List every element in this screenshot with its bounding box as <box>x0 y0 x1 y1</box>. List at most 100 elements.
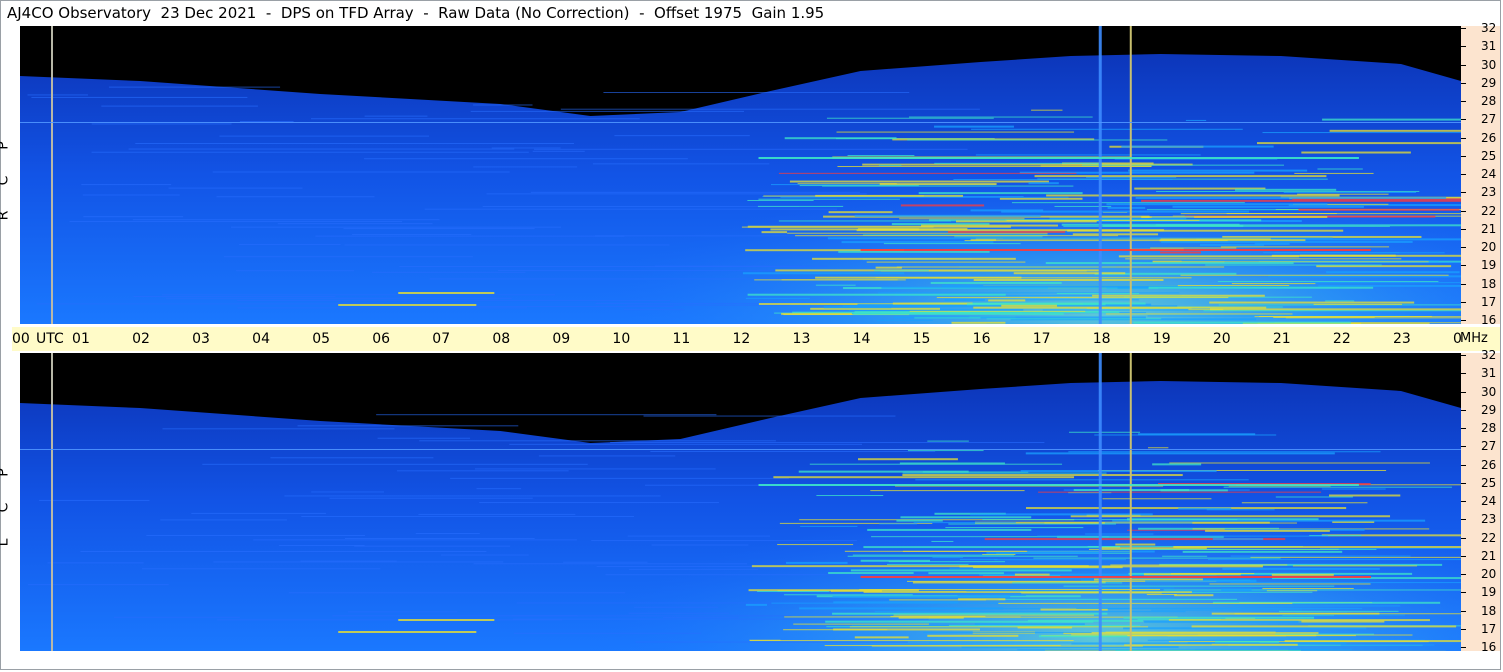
rfi-streak <box>1138 433 1256 436</box>
rfi-streak <box>781 312 852 315</box>
rfi-line <box>663 617 739 619</box>
rfi-line <box>610 442 1045 444</box>
rfi-streak <box>1118 255 1300 258</box>
frequency-tick-label: 21 <box>1481 221 1497 236</box>
time-tick-label: 02 <box>132 331 150 347</box>
frequency-tick-label: 25 <box>1481 475 1497 490</box>
rfi-line <box>629 568 759 570</box>
rfi-line <box>315 235 625 237</box>
rfi-streak <box>1283 191 1417 193</box>
rfi-streak <box>1102 498 1212 500</box>
frequency-tick <box>1461 265 1466 267</box>
frequency-tick <box>1461 391 1466 393</box>
rfi-streak <box>1162 555 1208 557</box>
rfi-streak <box>957 594 1026 596</box>
rfi-line <box>650 450 936 452</box>
rfi-streak <box>1150 247 1237 249</box>
rfi-streak <box>930 281 1062 284</box>
rfi-line <box>114 616 240 618</box>
frequency-tick-label: 16 <box>1481 313 1497 327</box>
frequency-tick-label: 19 <box>1481 258 1497 273</box>
rfi-streak <box>902 472 1107 474</box>
rfi-line <box>288 592 626 594</box>
rfi-line <box>237 300 670 302</box>
rfi-line <box>419 440 776 442</box>
rfi-streak <box>1256 142 1461 145</box>
rfi-streak <box>859 588 1161 590</box>
time-tick-label: 10 <box>612 331 631 347</box>
rfi-streak <box>1148 286 1374 289</box>
rfi-streak <box>907 139 1168 141</box>
rfi-streak <box>1120 548 1377 550</box>
rfi-streak <box>784 594 913 596</box>
rfi-streak <box>783 629 888 631</box>
rfi-streak <box>1017 626 1073 629</box>
rfi-line <box>47 562 144 564</box>
rfi-streak <box>849 626 1149 628</box>
rfi-streak <box>815 284 856 286</box>
rfi-streak <box>858 458 958 461</box>
rfi-line <box>654 265 827 267</box>
rfi-streak <box>1105 313 1293 315</box>
frequency-tick-label: 29 <box>1481 402 1497 417</box>
rfi-streak <box>1063 585 1335 587</box>
rfi-streak <box>878 164 902 166</box>
rfi-streak <box>1027 619 1144 622</box>
rfi-line <box>364 158 688 160</box>
rfi-streak <box>1151 609 1302 611</box>
rfi-line <box>396 470 569 472</box>
frequency-tick <box>1461 373 1466 375</box>
frequency-tick <box>1461 174 1466 175</box>
rfi-streak <box>949 624 1141 626</box>
rfi-streak <box>1191 625 1457 628</box>
rfi-streak <box>741 226 934 228</box>
frequency-tick <box>1461 537 1466 539</box>
rfi-streak <box>1326 271 1460 274</box>
rfi-streak <box>1144 620 1302 623</box>
rfi-line <box>80 550 487 552</box>
time-tick-label: 11 <box>672 331 691 347</box>
rfi-streak <box>1031 109 1063 111</box>
rfi-line <box>69 221 403 223</box>
rfi-line <box>219 135 429 137</box>
frequency-tick <box>1461 355 1466 356</box>
rfi-line <box>160 519 287 521</box>
rfi-streak <box>850 569 1072 572</box>
rfi-streak <box>988 299 1026 302</box>
rfi-streak <box>1128 169 1308 172</box>
rfi-line <box>168 187 303 189</box>
rfi-streak <box>953 179 1173 181</box>
rfi-line <box>91 123 232 125</box>
rfi-streak <box>1104 522 1193 524</box>
rfi-streak <box>1329 494 1401 497</box>
rfi-line <box>424 208 838 210</box>
rfi-streak <box>826 117 994 119</box>
rfi-streak <box>749 639 781 641</box>
rfi-streak <box>1145 580 1257 583</box>
rfi-streak <box>866 261 1026 263</box>
rfi-streak <box>1279 610 1399 612</box>
rfi-streak <box>1321 488 1386 490</box>
rfi-line <box>595 302 779 304</box>
rfi-streak <box>757 205 844 207</box>
rfi-streak <box>1340 644 1435 646</box>
frequency-tick <box>1461 119 1466 121</box>
rfi-streak <box>1181 260 1439 262</box>
rfi-streak <box>828 211 893 214</box>
rfi-streak <box>896 519 943 522</box>
rfi-streak <box>763 195 924 197</box>
rfi-line <box>450 477 789 479</box>
rfi-streak <box>970 513 1153 516</box>
rfi-streak <box>1106 203 1328 206</box>
rfi-line <box>415 532 480 534</box>
rfi-streak <box>1294 172 1374 174</box>
rfi-streak <box>745 297 810 299</box>
rfi-line <box>603 92 910 94</box>
rfi-streak <box>1046 194 1340 197</box>
frequency-tick <box>1461 610 1466 612</box>
vertical-marker-line <box>51 353 53 651</box>
rfi-streak <box>1209 301 1415 304</box>
rfi-streak <box>1173 546 1461 549</box>
rfi-line <box>27 584 169 586</box>
rfi-streak <box>964 240 1228 242</box>
